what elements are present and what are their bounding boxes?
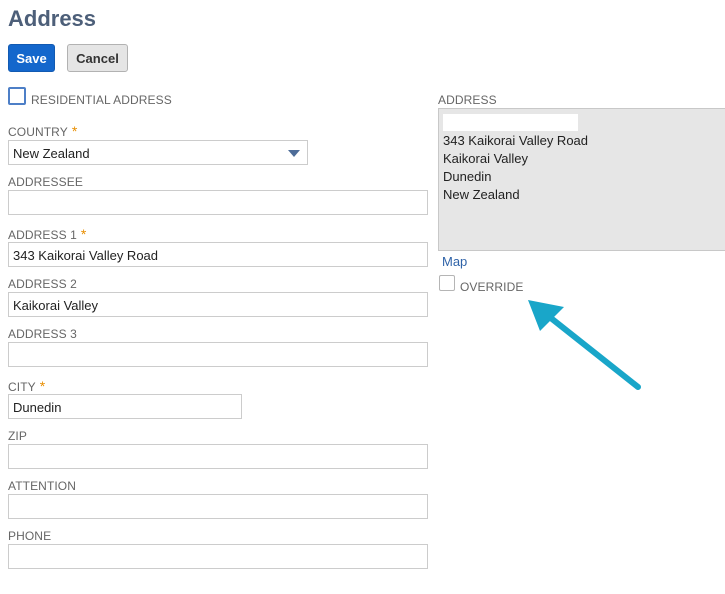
- attention-input[interactable]: [8, 494, 428, 519]
- address2-label: ADDRESS 2: [8, 277, 77, 291]
- country-label: COUNTRY *: [8, 123, 78, 139]
- address3-label: ADDRESS 3: [8, 327, 77, 341]
- annotation-arrow-icon: [528, 300, 641, 390]
- required-marker: *: [71, 123, 78, 139]
- address-preview-label: ADDRESS: [438, 93, 497, 107]
- zip-input[interactable]: [8, 444, 428, 469]
- chevron-down-icon: [288, 150, 300, 157]
- addressee-input[interactable]: [8, 190, 428, 215]
- cancel-button[interactable]: Cancel: [67, 44, 128, 72]
- override-checkbox[interactable]: [439, 275, 455, 291]
- address3-input[interactable]: [8, 342, 428, 367]
- page-title: Address: [8, 6, 97, 31]
- city-input[interactable]: Dunedin: [8, 394, 242, 419]
- address1-label: ADDRESS 1 *: [8, 226, 87, 242]
- address-preview-textarea[interactable]: 343 Kaikorai Valley Road Kaikorai Valley…: [438, 108, 725, 251]
- address1-input[interactable]: 343 Kaikorai Valley Road: [8, 242, 428, 267]
- save-button[interactable]: Save: [8, 44, 55, 72]
- address2-input[interactable]: Kaikorai Valley: [8, 292, 428, 317]
- addressee-line: [443, 114, 578, 131]
- residential-address-label: RESIDENTIAL ADDRESS: [31, 93, 172, 107]
- address-line: New Zealand: [443, 187, 520, 202]
- city-label: CITY *: [8, 378, 46, 394]
- address-line: Dunedin: [443, 169, 492, 184]
- address-line: Kaikorai Valley: [443, 151, 529, 166]
- country-selected-value: New Zealand: [13, 146, 90, 161]
- address-line: 343 Kaikorai Valley Road: [443, 133, 589, 148]
- residential-address-checkbox[interactable]: [8, 87, 26, 105]
- required-marker: *: [39, 378, 46, 394]
- phone-input[interactable]: [8, 544, 428, 569]
- phone-label: PHONE: [8, 529, 52, 543]
- zip-label: ZIP: [8, 429, 27, 443]
- attention-label: ATTENTION: [8, 479, 77, 493]
- country-select[interactable]: New Zealand: [8, 140, 308, 165]
- addressee-label: ADDRESSEE: [8, 175, 83, 189]
- map-link[interactable]: Map: [442, 254, 467, 269]
- required-marker: *: [80, 226, 87, 242]
- override-label: OVERRIDE: [460, 280, 524, 294]
